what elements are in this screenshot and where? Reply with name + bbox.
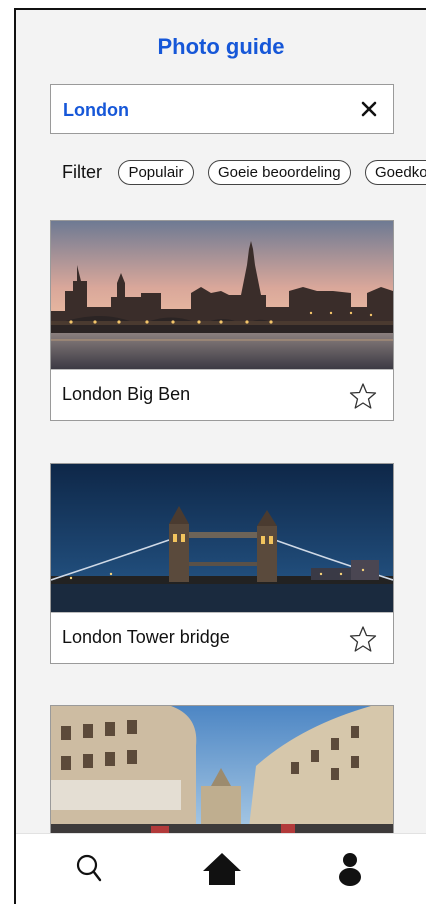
- search-box[interactable]: [50, 84, 394, 135]
- place-name: London Big Ben: [62, 384, 191, 404]
- filter-label: Filter: [62, 162, 102, 182]
- star-icon[interactable]: [349, 625, 377, 653]
- device-frame: Photo guide Filter Populair Goeie beoord…: [0, 0, 426, 911]
- search-input[interactable]: [61, 85, 355, 135]
- profile-icon[interactable]: [332, 851, 368, 887]
- card-caption: London Tower bridge: [51, 612, 393, 663]
- bottom-tab-bar: [16, 833, 426, 904]
- star-icon[interactable]: [349, 382, 377, 410]
- filter-chip-goedkoop[interactable]: Goedkoop: [365, 160, 426, 185]
- regent-street-photo: [51, 706, 393, 854]
- tower-bridge-night-photo: [51, 464, 393, 612]
- result-card[interactable]: London Big Ben: [50, 220, 394, 421]
- filter-chip-populair[interactable]: Populair: [118, 160, 194, 185]
- page-title: Photo guide: [157, 34, 285, 59]
- big-ben-sunset-photo: [51, 221, 393, 369]
- filter-row: Filter Populair Goeie beoordeling Goedko…: [62, 160, 426, 188]
- search-icon[interactable]: [72, 851, 108, 887]
- result-card[interactable]: London Tower bridge: [50, 463, 394, 664]
- place-name: London Tower bridge: [62, 627, 230, 647]
- home-icon[interactable]: [202, 851, 242, 887]
- filter-chip-goeie-beoordeling[interactable]: Goeie beoordeling: [207, 160, 351, 185]
- card-caption: London Big Ben: [51, 369, 393, 420]
- app-screen: Photo guide Filter Populair Goeie beoord…: [14, 8, 426, 904]
- close-icon[interactable]: [357, 97, 381, 121]
